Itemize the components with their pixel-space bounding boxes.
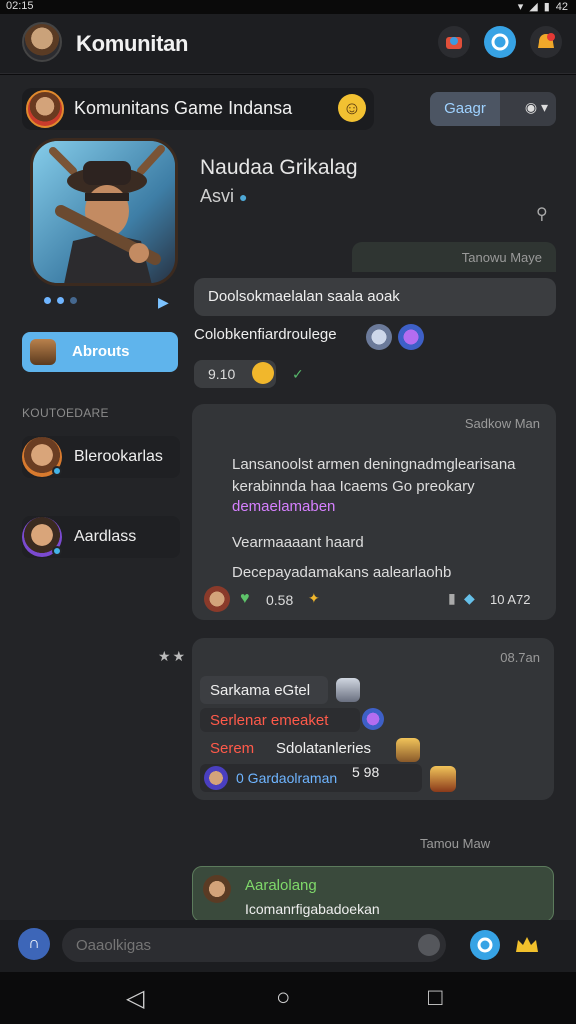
globe-icon: ◆ [464, 590, 475, 606]
post-footer: ♥ 0.58 ✦ ▮ ◆ 10 A72 [204, 586, 544, 614]
reaction-group [366, 324, 424, 350]
group-action-pill: Gaagr ◉ ▾ [430, 92, 556, 126]
profile-name: Naudaa Grikalag [200, 156, 358, 179]
camera-icon[interactable] [470, 930, 500, 960]
game-icon[interactable] [438, 26, 470, 58]
post-text: Icomanrfigabadoekan [245, 901, 380, 917]
recents-icon[interactable]: □ [428, 984, 443, 1012]
online-indicator [52, 466, 62, 476]
check-icon: ✓ [292, 366, 304, 382]
like-count: 0.58 [266, 592, 294, 608]
member-item[interactable]: Blerookarlas [22, 436, 180, 478]
mention-avatar [204, 766, 228, 790]
message-text: Doolsokmaelalan saala aoak [208, 288, 400, 305]
search-icon[interactable]: ⚲ [536, 204, 548, 224]
author-avatar[interactable] [204, 586, 230, 612]
post-time: 10 A72 [490, 592, 531, 607]
message-text: Colobkenfiardroulege [194, 326, 337, 343]
item-icon [362, 708, 384, 730]
item-icon [430, 766, 456, 792]
back-icon[interactable]: ◁ [126, 984, 144, 1013]
app-title: Komunitan [76, 31, 189, 56]
play-icon[interactable]: ▶ [158, 294, 169, 311]
message-input[interactable] [62, 928, 446, 962]
hero-image [30, 138, 178, 286]
chevron-down-icon[interactable]: ◉ ▾ [525, 99, 548, 116]
camera-icon[interactable] [484, 26, 516, 58]
game-icon [30, 339, 56, 365]
post-highlight: demaelamaben [232, 498, 336, 515]
post-text: Vearmaaaant haard [232, 534, 364, 551]
crown-icon[interactable] [512, 930, 542, 960]
carousel-dots[interactable] [44, 297, 77, 304]
app-bar: Komunitan [0, 14, 576, 74]
about-button[interactable]: Abrouts [22, 332, 178, 372]
mic-icon[interactable] [418, 934, 440, 956]
post-text: Decepayadamakans aalearlaohb [232, 564, 452, 581]
reaction-icon[interactable] [398, 324, 424, 350]
message-bubble[interactable]: 9.10 [194, 360, 276, 388]
message-text: 9.10 [208, 366, 236, 382]
wifi-icon: ▾ [517, 1, 524, 13]
battery-level: 42 [555, 0, 568, 13]
battery-icon: ▮ [543, 1, 550, 13]
author-name: Aaralolang [245, 877, 317, 894]
member-item[interactable]: Aardlass [22, 516, 180, 558]
author-avatar[interactable] [203, 875, 231, 903]
post-card[interactable]: Sadkow Man Lansanoolst armen deningnadmg… [192, 404, 556, 620]
group-avatar [26, 90, 64, 128]
status-dot-icon: ● [239, 189, 248, 205]
status-bar: 02:15 ▾ ◢ ▮ 42 [0, 0, 576, 14]
smile-emoji-icon[interactable]: ☺ [338, 94, 366, 122]
like-icon[interactable]: ♥ [240, 590, 250, 608]
message-tag: Tanowu Maye [461, 250, 542, 265]
post-line: Serem Sdolatanleries [210, 740, 372, 757]
message-header: Tanowu Maye [352, 242, 556, 272]
item-icon [336, 678, 360, 702]
attach-icon[interactable]: ∩ [18, 928, 50, 960]
status-time: 02:15 [6, 0, 34, 12]
system-nav-bar: ◁ ○ □ [0, 972, 576, 1024]
online-indicator [52, 546, 62, 556]
member-name: Aardlass [74, 528, 137, 545]
composer-bar: ∩ [0, 920, 576, 972]
member-name: Blerookarlas [74, 448, 163, 465]
emoji-icon [252, 362, 274, 384]
post-line: Sarkama eGtel [200, 676, 328, 704]
post-tag: 08.7an [500, 650, 540, 665]
item-icon [396, 738, 420, 762]
notification-icon[interactable] [530, 26, 562, 58]
post-card[interactable]: Aaralolang Icomanrfigabadoekan [192, 866, 554, 922]
reaction-icon[interactable] [366, 324, 392, 350]
user-avatar[interactable] [22, 22, 62, 62]
chart-icon: ▮ [448, 590, 456, 606]
post-tag: Sadkow Man [464, 416, 540, 431]
message-bubble[interactable]: Doolsokmaelalan saala aoak [194, 278, 556, 316]
section-label: KOUTOEDARE [22, 406, 109, 420]
post-tag: Tamou Maw [420, 836, 491, 851]
star-rating: ★★ [158, 648, 188, 664]
star-icon[interactable]: ✦ [308, 590, 320, 607]
post-count: 5 98 [352, 764, 380, 780]
group-header[interactable]: Komunitans Game Indansa ☺ [22, 88, 374, 130]
post-card[interactable]: 08.7an Sarkama eGtel Serlenar emeaket Se… [192, 638, 554, 800]
group-action-button[interactable]: Gaagr [430, 92, 500, 126]
post-mention[interactable]: 0 Gardaolraman [200, 764, 422, 792]
profile-subtitle: Asvi ● [200, 186, 248, 206]
home-icon[interactable]: ○ [276, 984, 291, 1012]
post-text: Lansanoolst armen deningnadmglearisana k… [232, 456, 516, 495]
signal-icon: ◢ [529, 1, 538, 13]
group-name: Komunitans Game Indansa [74, 98, 293, 118]
post-line: Serlenar emeaket [200, 708, 360, 732]
